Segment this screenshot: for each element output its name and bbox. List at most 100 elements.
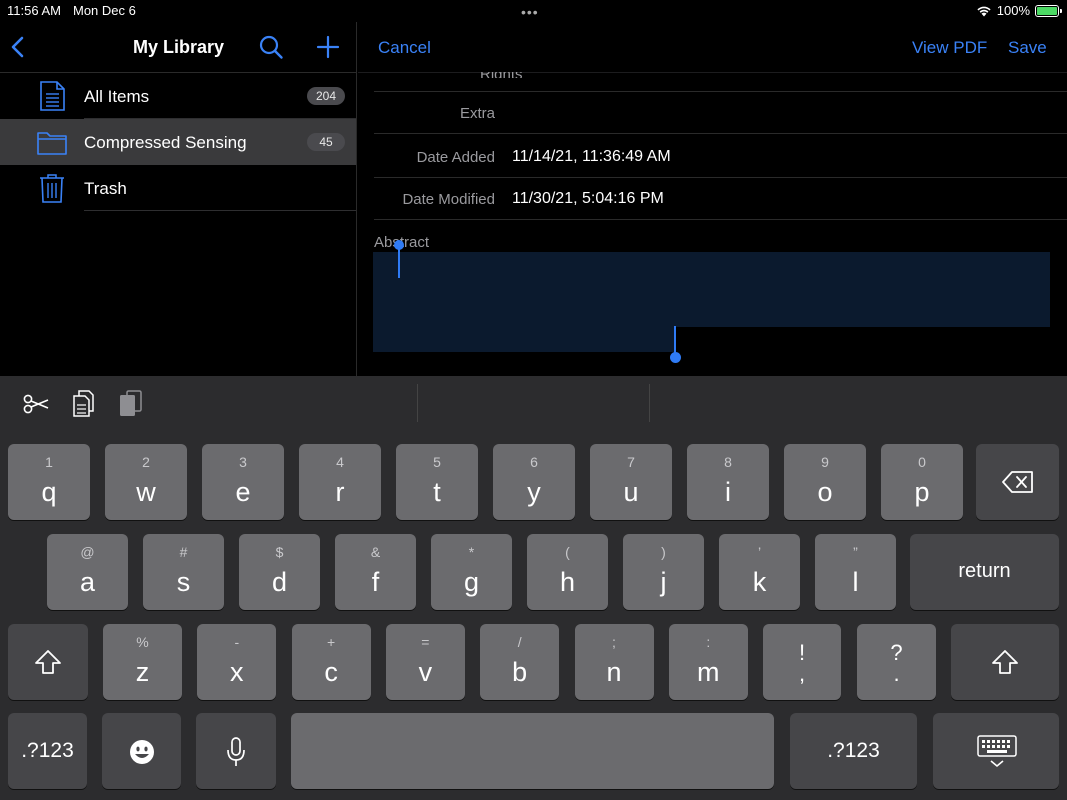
abstract-text-selection[interactable] xyxy=(373,277,675,352)
library-item-label: All Items xyxy=(84,87,150,106)
field-row-rights: Rights xyxy=(374,50,1067,92)
selection-end-handle[interactable] xyxy=(674,326,676,354)
library-item-trash[interactable]: Trash xyxy=(0,165,356,211)
status-time: 11:56 AM xyxy=(7,3,61,18)
add-icon[interactable] xyxy=(316,34,340,60)
key-w[interactable]: 2w xyxy=(105,444,187,520)
space-key[interactable] xyxy=(291,713,774,789)
multitasking-dots-icon[interactable]: ••• xyxy=(521,4,539,20)
key-secondary-char: + xyxy=(327,634,336,650)
key-j[interactable]: ) j xyxy=(623,534,704,610)
selection-start-handle[interactable] xyxy=(398,248,400,278)
key-p[interactable]: 0p xyxy=(881,444,963,520)
key-secondary-char: ’ xyxy=(757,544,762,560)
key-d[interactable]: $ d xyxy=(239,534,320,610)
numbers-key-left[interactable]: .?123 xyxy=(8,713,87,789)
key-a[interactable]: @ a xyxy=(47,534,128,610)
key-primary-char: e xyxy=(235,477,251,507)
key-primary-char: k xyxy=(752,567,767,597)
delete-backspace-icon xyxy=(1002,471,1033,493)
keyboard-dismiss-icon xyxy=(977,735,1017,768)
key-secondary-char: 9 xyxy=(821,454,829,470)
key-secondary-char: ” xyxy=(853,544,858,560)
key-secondary-char: - xyxy=(234,634,240,650)
key-g[interactable]: * g xyxy=(431,534,512,610)
key-primary-char: x xyxy=(230,657,244,687)
key-c[interactable]: + c xyxy=(291,624,371,700)
key-i[interactable]: 8i xyxy=(687,444,769,520)
key-secondary-char: 2 xyxy=(142,454,150,470)
key-primary-char: i xyxy=(725,477,731,507)
selection-start-handle-knob[interactable] xyxy=(394,240,404,250)
key-primary-char: u xyxy=(623,477,639,507)
key-secondary-char: # xyxy=(179,544,188,560)
dismiss-keyboard-key[interactable] xyxy=(933,713,1059,789)
key-question-period[interactable]: ? . xyxy=(857,624,936,700)
trash-icon xyxy=(40,174,64,203)
key-k[interactable]: ’ k xyxy=(719,534,800,610)
search-icon[interactable] xyxy=(258,34,284,60)
key-r[interactable]: 4r xyxy=(299,444,381,520)
key-primary-char: w xyxy=(136,477,156,507)
numbers-key-right[interactable]: .?123 xyxy=(790,713,917,789)
key-u[interactable]: 7u xyxy=(590,444,672,520)
key-primary-char: g xyxy=(463,567,480,597)
library-item-label: Compressed Sensing xyxy=(84,133,247,152)
field-row-date-modified: Date Modified 11/30/21, 5:04:16 PM xyxy=(374,178,1067,220)
field-label: Rights xyxy=(480,72,523,78)
key-secondary-char: 5 xyxy=(433,454,441,470)
field-row-date-added: Date Added 11/14/21, 11:36:49 AM xyxy=(374,136,1067,178)
key-h[interactable]: (h xyxy=(527,534,608,610)
library-item-all-items[interactable]: All Items 204 xyxy=(0,73,356,119)
library-item-label: Trash xyxy=(84,179,127,198)
key-primary-char: z xyxy=(135,657,150,687)
key-secondary-char: ) xyxy=(661,544,666,560)
key-l[interactable]: ” l xyxy=(815,534,896,610)
key-q[interactable]: 1q xyxy=(8,444,90,520)
key-secondary-char: / xyxy=(517,634,522,650)
key-primary-char: o xyxy=(817,477,833,507)
key-o[interactable]: 9o xyxy=(784,444,866,520)
shift-key-right[interactable] xyxy=(951,624,1059,700)
delete-key[interactable] xyxy=(976,444,1059,520)
field-value: 11/30/21, 5:04:16 PM xyxy=(512,190,664,207)
field-value: 11/14/21, 11:36:49 AM xyxy=(512,148,671,165)
key-m[interactable]: :m xyxy=(668,624,748,700)
field-row-extra[interactable]: Extra xyxy=(374,92,1067,134)
key-b[interactable]: / b xyxy=(480,624,560,700)
key-secondary-char: & xyxy=(370,544,381,560)
copy-icon[interactable] xyxy=(70,390,98,418)
field-label: Date Added xyxy=(416,149,495,166)
key-primary-char: y xyxy=(527,477,541,507)
key-primary-char: n xyxy=(606,657,622,687)
key-v[interactable]: = v xyxy=(385,624,465,700)
battery-percent: 100% xyxy=(996,3,1030,18)
key-primary-char: d xyxy=(271,567,288,597)
key-secondary-char: 7 xyxy=(627,454,635,470)
key-primary-char: t xyxy=(433,477,441,507)
key-y[interactable]: 6y xyxy=(493,444,575,520)
key-secondary-char: 1 xyxy=(45,454,53,470)
dictation-key[interactable] xyxy=(196,713,276,789)
emoji-key[interactable] xyxy=(102,713,181,789)
key-z[interactable]: % z xyxy=(103,624,182,700)
key-exclamation-comma[interactable]: ! , xyxy=(763,624,841,700)
paste-icon[interactable] xyxy=(117,390,145,418)
key-f[interactable]: & f xyxy=(335,534,416,610)
keyboard-shortcut-bar xyxy=(0,376,1067,436)
key-s[interactable]: # s xyxy=(143,534,224,610)
key-secondary-char: = xyxy=(421,634,430,650)
key-x[interactable]: -x xyxy=(197,624,277,700)
selection-end-handle-knob[interactable] xyxy=(670,352,681,363)
battery-icon xyxy=(1035,4,1062,17)
key-n[interactable]: ; n xyxy=(574,624,654,700)
cut-icon[interactable] xyxy=(22,390,50,418)
shift-arrow-icon xyxy=(992,650,1018,674)
return-key[interactable]: return xyxy=(910,534,1059,610)
key-secondary-char: @ xyxy=(80,544,95,560)
library-item-compressed-sensing[interactable]: Compressed Sensing 45 xyxy=(0,119,356,165)
key-secondary-char: : xyxy=(706,634,711,650)
key-e[interactable]: 3e xyxy=(202,444,284,520)
key-t[interactable]: 5t xyxy=(396,444,478,520)
shift-key-left[interactable] xyxy=(8,624,88,700)
